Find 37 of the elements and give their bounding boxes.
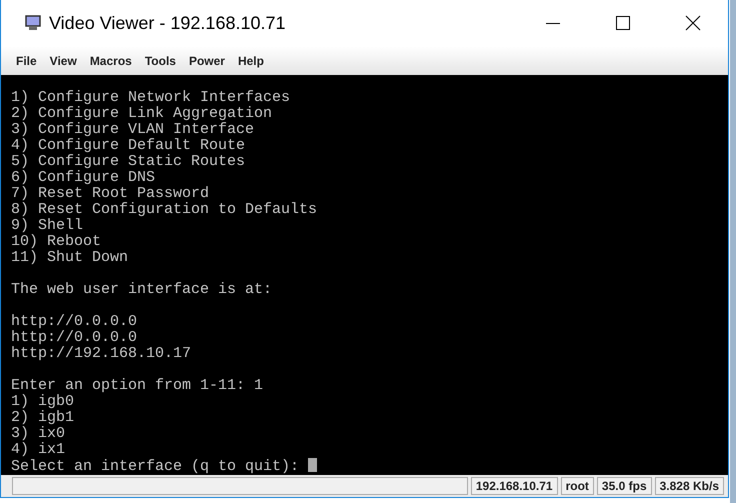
menu-item[interactable]: Power <box>182 54 231 68</box>
console-line: 9) Shell <box>11 217 84 234</box>
console-line: 4) Configure Default Route <box>11 137 246 154</box>
monitor-icon <box>25 15 41 31</box>
close-icon <box>685 15 701 31</box>
console-line: Enter an option from 1-11: 1 <box>11 377 264 394</box>
console-line: 2) Configure Link Aggregation <box>11 105 272 122</box>
console-line: http://0.0.0.0 <box>11 313 138 330</box>
status-field: 35.0 fps <box>596 477 652 495</box>
console-line: 10) Reboot <box>11 233 102 250</box>
menu-item[interactable]: Tools <box>138 54 182 68</box>
menu-item[interactable]: Help <box>230 54 270 68</box>
console-line: 7) Reset Root Password <box>11 185 210 202</box>
text-cursor <box>308 458 318 472</box>
console-line: The web user interface is at: <box>11 281 272 298</box>
menu-item[interactable]: Macros <box>82 54 138 68</box>
window-title: Video Viewer - 192.168.10.71 <box>49 12 287 34</box>
console-line: 1) Configure Network Interfaces <box>11 89 290 106</box>
console-line: 5) Configure Static Routes <box>11 153 246 170</box>
status-field: 192.168.10.71 <box>470 477 558 495</box>
console-line: 2) igb1 <box>11 409 74 426</box>
console-line: 4) ix1 <box>11 441 66 458</box>
console-line: 3) ix0 <box>11 425 66 442</box>
console-line: 11) Shut Down <box>11 249 128 266</box>
console-line: http://0.0.0.0 <box>11 329 138 346</box>
console-line: 8) Reset Configuration to Defaults <box>11 201 318 218</box>
maximize-icon <box>615 15 631 31</box>
console-line: 1) igb0 <box>11 393 74 410</box>
console-line: 3) Configure VLAN Interface <box>11 121 254 138</box>
menu-item[interactable]: File <box>9 54 43 68</box>
menu-item[interactable]: View <box>42 54 83 68</box>
console-line: 6) Configure DNS <box>11 169 156 186</box>
minimize-icon <box>545 22 561 24</box>
status-field: root <box>560 477 594 495</box>
status-field: 3.828 Kb/s <box>654 477 724 495</box>
console-line: Select an interface (q to quit): <box>11 458 300 475</box>
console-line: http://192.168.10.17 <box>11 345 192 362</box>
